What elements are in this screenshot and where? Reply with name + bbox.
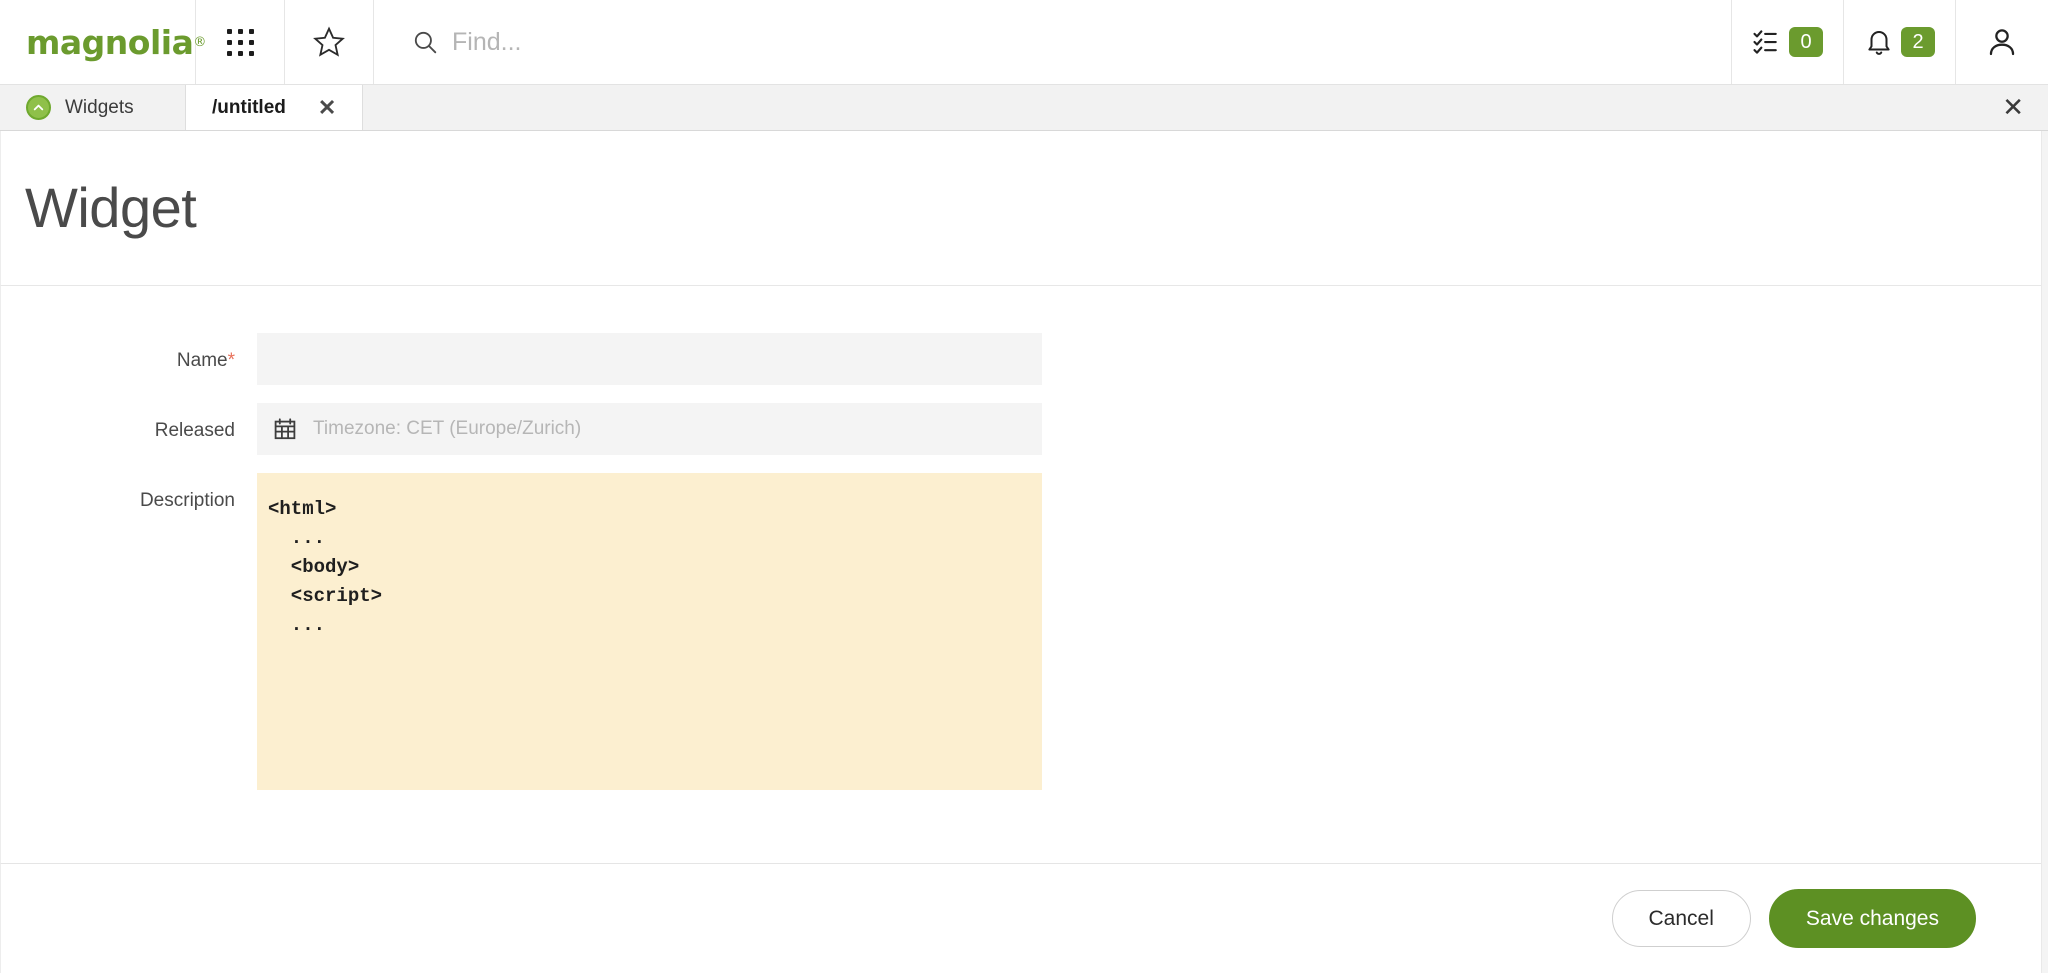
magnolia-app-window: magnolia ® Find... 0 2 Widgets /untitled… — [0, 0, 2048, 973]
close-all-tabs-icon[interactable]: ✕ — [2002, 85, 2024, 130]
description-label-text: Description — [139, 490, 235, 511]
apps-grid-icon — [226, 28, 254, 56]
logo-text: magnolia — [26, 22, 194, 62]
field-row-name: Name* — [1, 333, 2048, 385]
page-header: Widget — [0, 131, 2048, 286]
name-input[interactable] — [257, 333, 1042, 385]
close-icon[interactable]: ✕ — [300, 96, 336, 119]
name-field-control — [257, 333, 1042, 385]
chevron-up-circle-icon — [26, 95, 51, 120]
tasks-button[interactable]: 0 — [1732, 0, 1844, 84]
notifications-button[interactable]: 2 — [1844, 0, 1956, 84]
tab-untitled-label: /untitled — [212, 96, 286, 118]
required-marker: * — [227, 350, 235, 371]
description-textarea[interactable] — [257, 473, 1042, 790]
name-label-text: Name — [176, 350, 228, 371]
tab-widgets[interactable]: Widgets — [0, 85, 186, 130]
widget-form: Name* Released Timezone: CET (Europe/Zur… — [0, 286, 2048, 863]
save-changes-button[interactable]: Save changes — [1768, 889, 1976, 948]
released-date-input[interactable] — [313, 418, 1026, 440]
global-search[interactable] — [374, 0, 1732, 84]
magnolia-logo[interactable]: magnolia ® — [0, 0, 206, 84]
bell-icon — [1868, 31, 1890, 55]
favorites-button[interactable] — [285, 0, 374, 84]
description-field-control — [257, 473, 1042, 795]
tab-untitled[interactable]: /untitled ✕ — [186, 85, 364, 130]
form-footer: Cancel Save changes — [0, 863, 2048, 973]
right-gutter — [2041, 131, 2048, 973]
user-menu-button[interactable] — [1956, 0, 2048, 84]
search-input[interactable] — [452, 27, 872, 57]
tab-widgets-label: Widgets — [65, 96, 134, 118]
user-avatar-icon — [1989, 29, 2015, 56]
notifications-count-badge: 2 — [1901, 27, 1935, 57]
apps-launcher-button[interactable] — [196, 0, 285, 84]
tab-bar: Widgets /untitled ✕ ✕ — [0, 85, 2048, 131]
calendar-icon[interactable] — [273, 417, 297, 441]
name-field-label: Name* — [1, 333, 257, 370]
date-picker-wrapper[interactable] — [257, 403, 1042, 455]
app-header: magnolia ® Find... 0 2 — [0, 0, 2048, 85]
field-row-description: Description — [1, 473, 2048, 795]
logo-registered-mark: ® — [193, 34, 206, 50]
page-title: Widget — [25, 176, 197, 239]
description-field-label: Description — [1, 473, 257, 510]
released-field-control — [257, 403, 1042, 455]
search-icon — [414, 31, 437, 54]
star-icon — [313, 26, 345, 57]
field-row-released: Released — [1, 403, 2048, 455]
cancel-button[interactable]: Cancel — [1611, 890, 1751, 947]
tasks-checklist-icon — [1753, 30, 1777, 54]
released-field-label: Released — [1, 403, 257, 440]
tasks-count-badge: 0 — [1789, 27, 1823, 57]
released-label-text: Released — [154, 420, 235, 441]
